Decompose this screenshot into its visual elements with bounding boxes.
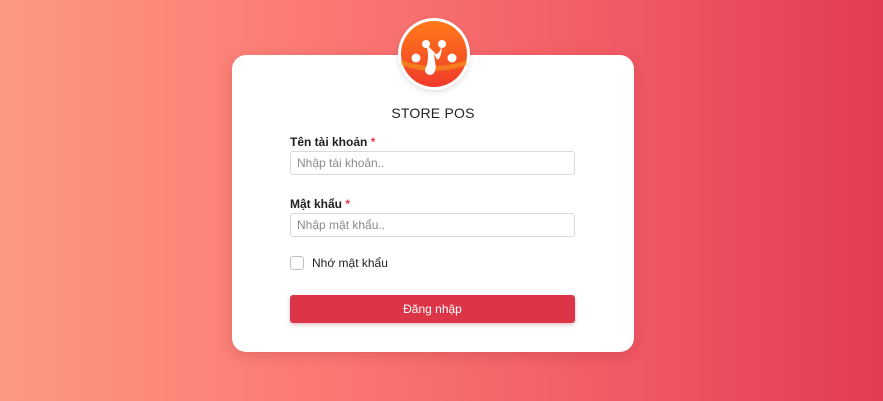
login-card: STORE POS Tên tài khoản * Mật khẩu * Nhớ… bbox=[232, 55, 634, 352]
store-pos-logo-icon bbox=[398, 18, 470, 90]
password-label-text: Mật khẩu bbox=[290, 197, 343, 211]
app-title: STORE POS bbox=[391, 105, 475, 121]
login-button[interactable]: Đăng nhập bbox=[290, 295, 575, 323]
remember-password-label: Nhớ mật khẩu bbox=[312, 256, 388, 270]
password-input[interactable] bbox=[290, 213, 575, 237]
remember-password-checkbox[interactable] bbox=[290, 256, 304, 270]
username-label-text: Tên tài khoản bbox=[290, 135, 368, 149]
username-required-mark: * bbox=[370, 135, 376, 149]
password-required-mark: * bbox=[345, 197, 351, 211]
username-input[interactable] bbox=[290, 151, 575, 175]
remember-password-option[interactable]: Nhớ mật khẩu bbox=[290, 256, 388, 270]
username-label: Tên tài khoản * bbox=[290, 135, 375, 149]
password-label: Mật khẩu * bbox=[290, 197, 350, 211]
